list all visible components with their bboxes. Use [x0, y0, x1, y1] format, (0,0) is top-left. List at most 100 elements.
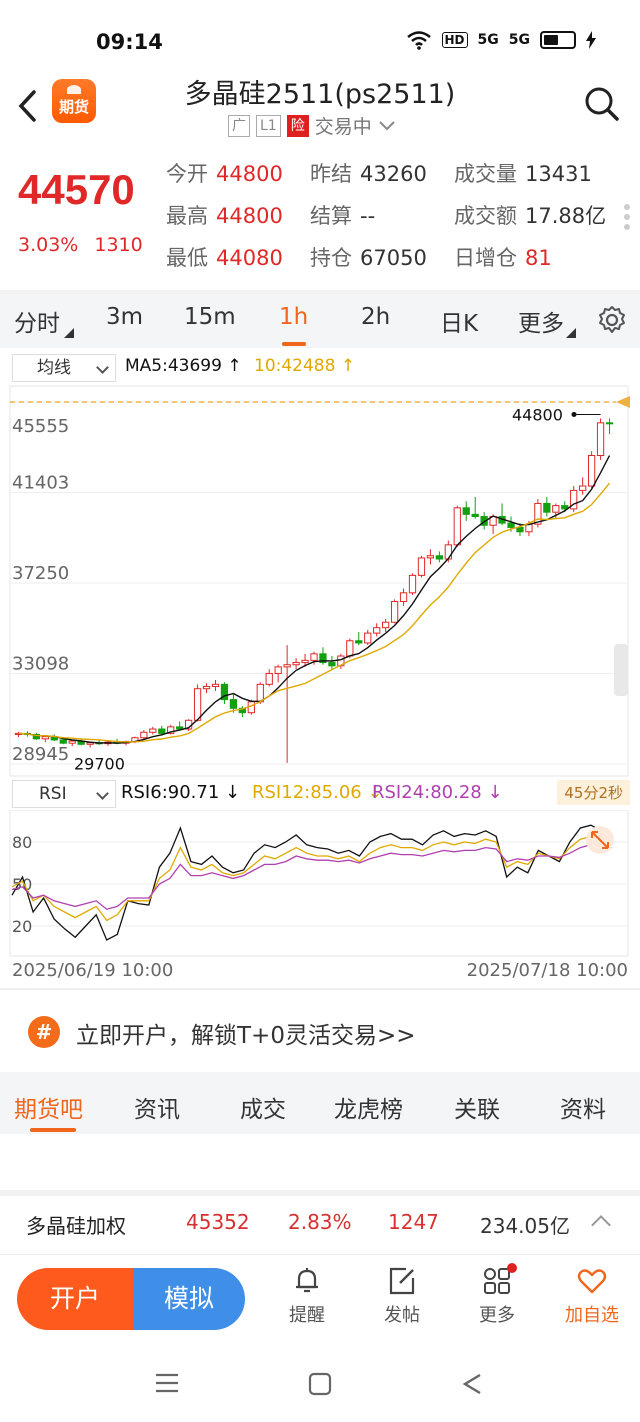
nav-label: 提醒	[289, 1305, 325, 1326]
contract-subtitle[interactable]: 广 L1 险 交易中	[228, 112, 396, 139]
ma10-line	[18, 482, 611, 743]
rsi-line-rsi12	[11, 835, 613, 922]
rsi-selector[interactable]: RSI	[12, 780, 116, 808]
heart-icon	[577, 1269, 607, 1294]
candle-body	[158, 728, 166, 734]
search-icon[interactable]	[584, 86, 620, 122]
more-dots-icon[interactable]	[624, 200, 632, 234]
nav-label: 发帖	[384, 1305, 420, 1326]
tab-intraday[interactable]: 分时	[14, 304, 60, 338]
candle-body	[587, 455, 596, 487]
header: 期货 多晶硅2511(ps2511) 广 L1 险 交易中	[0, 62, 640, 146]
tab-2h[interactable]: 2h	[361, 304, 390, 330]
high-price-label: 44800	[512, 405, 563, 424]
related-name: 多晶硅加权	[26, 1214, 126, 1238]
tab-more[interactable]: 更多	[518, 304, 564, 338]
home-icon[interactable]	[308, 1372, 332, 1396]
wifi-icon	[406, 31, 431, 50]
tab-news[interactable]: 资讯	[134, 1090, 180, 1124]
nav-label: 更多	[479, 1305, 515, 1326]
candle-body	[193, 688, 202, 721]
quote-value: 44080	[216, 246, 283, 270]
y-tick-label: 33098	[12, 653, 69, 674]
open-account-button[interactable]: 开户	[17, 1268, 133, 1330]
chevron-up-icon[interactable]	[591, 1215, 611, 1235]
candle-body	[328, 662, 336, 667]
rsi-chart[interactable]: 80 50 20	[0, 809, 640, 958]
y-tick-label: 41403	[12, 472, 69, 493]
candle-body	[373, 627, 381, 634]
menu-icon[interactable]	[154, 1372, 180, 1394]
more-button[interactable]: 更多	[467, 1263, 527, 1327]
rsi-tick-label: 80	[12, 833, 32, 852]
quote-column-1: 今开 44800 最高 44800 最低 44080	[166, 158, 283, 284]
candle-body	[444, 544, 452, 560]
rsi-tick-label: 20	[12, 917, 32, 936]
candle-body	[310, 653, 318, 661]
add-watchlist-button[interactable]: 加自选	[562, 1265, 622, 1327]
quote-label: 日增仓	[454, 246, 517, 270]
rsi12-value: RSI12:85.06 ↓	[252, 782, 383, 803]
tab-profile[interactable]: 资料	[560, 1090, 606, 1124]
period-tabs: 分时 3m 15m 1h 2h 日K 更多	[0, 294, 640, 348]
5g-signal-icon: 5G	[477, 32, 499, 48]
risk-tag: 险	[286, 114, 309, 137]
tab-1h[interactable]: 1h	[279, 304, 308, 330]
tab-dragon-tiger[interactable]: 龙虎榜	[334, 1090, 403, 1124]
quote-label: 结算	[310, 204, 352, 228]
promo-banner[interactable]: # 立即开户，解锁T+0灵活交易>>	[0, 990, 640, 1072]
quote-value: 44800	[216, 162, 283, 186]
tab-15m[interactable]: 15m	[184, 304, 236, 330]
candle-body	[229, 699, 238, 709]
content-area	[0, 1134, 640, 1190]
promo-text[interactable]: 立即开户，解锁T+0灵活交易>>	[76, 1016, 416, 1050]
hd-icon: HD	[441, 32, 468, 48]
5g-signal-icon-2: 5G	[508, 32, 530, 48]
candle-body	[605, 422, 614, 425]
bell-icon	[296, 1268, 318, 1293]
post-button[interactable]: 发帖	[372, 1265, 432, 1327]
tab-trades[interactable]: 成交	[240, 1090, 286, 1124]
nav-label: 加自选	[565, 1305, 619, 1326]
simulate-button[interactable]: 模拟	[133, 1268, 245, 1330]
candle-body	[211, 683, 220, 688]
status-time: 09:14	[96, 30, 163, 54]
rsi-svg[interactable]: 805020	[0, 809, 640, 958]
change-percent: 3.03%	[18, 234, 79, 256]
candlestick-svg[interactable]: 45555 41403 37250 33098 28945 44800 29700	[0, 384, 640, 780]
candle-body	[140, 731, 148, 739]
candle-body	[390, 601, 399, 623]
candle-body	[462, 507, 470, 515]
candle-body	[382, 621, 390, 629]
change-amount: 1310	[94, 234, 143, 256]
remind-button[interactable]: 提醒	[277, 1265, 337, 1327]
candle-body	[355, 640, 363, 644]
back-nav-icon[interactable]	[460, 1372, 484, 1396]
quote-value: 81	[525, 246, 552, 270]
candle-body	[408, 574, 417, 594]
candlestick-chart[interactable]: 45555 41403 37250 33098 28945 44800 29700	[0, 384, 640, 780]
ma-selector[interactable]: 均线	[12, 354, 116, 382]
candle-body	[399, 592, 408, 603]
candle-body	[176, 726, 184, 730]
low-price-label: 29700	[74, 755, 125, 774]
quote-label: 最低	[166, 246, 208, 270]
gear-icon[interactable]	[596, 304, 628, 336]
tab-daily-k[interactable]: 日K	[440, 304, 478, 338]
tab-3m[interactable]: 3m	[106, 304, 143, 330]
charging-icon	[586, 31, 596, 49]
quote-value: 13431	[525, 162, 592, 186]
tab-related[interactable]: 关联	[454, 1090, 500, 1124]
quote-label: 昨结	[310, 162, 352, 186]
quote-label: 持仓	[310, 246, 352, 270]
rsi6-value: RSI6:90.71 ↓	[121, 782, 241, 803]
candle-body	[453, 507, 461, 546]
y-tick-label: 45555	[12, 416, 69, 437]
quote-label: 成交量	[454, 162, 517, 186]
related-contract-row[interactable]: 多晶硅加权 45352 2.83% 1247 234.05亿	[0, 1196, 640, 1252]
price-change: 3.03% 1310	[18, 234, 143, 256]
date-axis: 2025/06/19 10:00 2025/07/18 10:00	[0, 958, 640, 986]
tab-forum[interactable]: 期货吧	[14, 1090, 83, 1124]
candle-body	[68, 740, 76, 744]
candle-body	[471, 513, 479, 518]
